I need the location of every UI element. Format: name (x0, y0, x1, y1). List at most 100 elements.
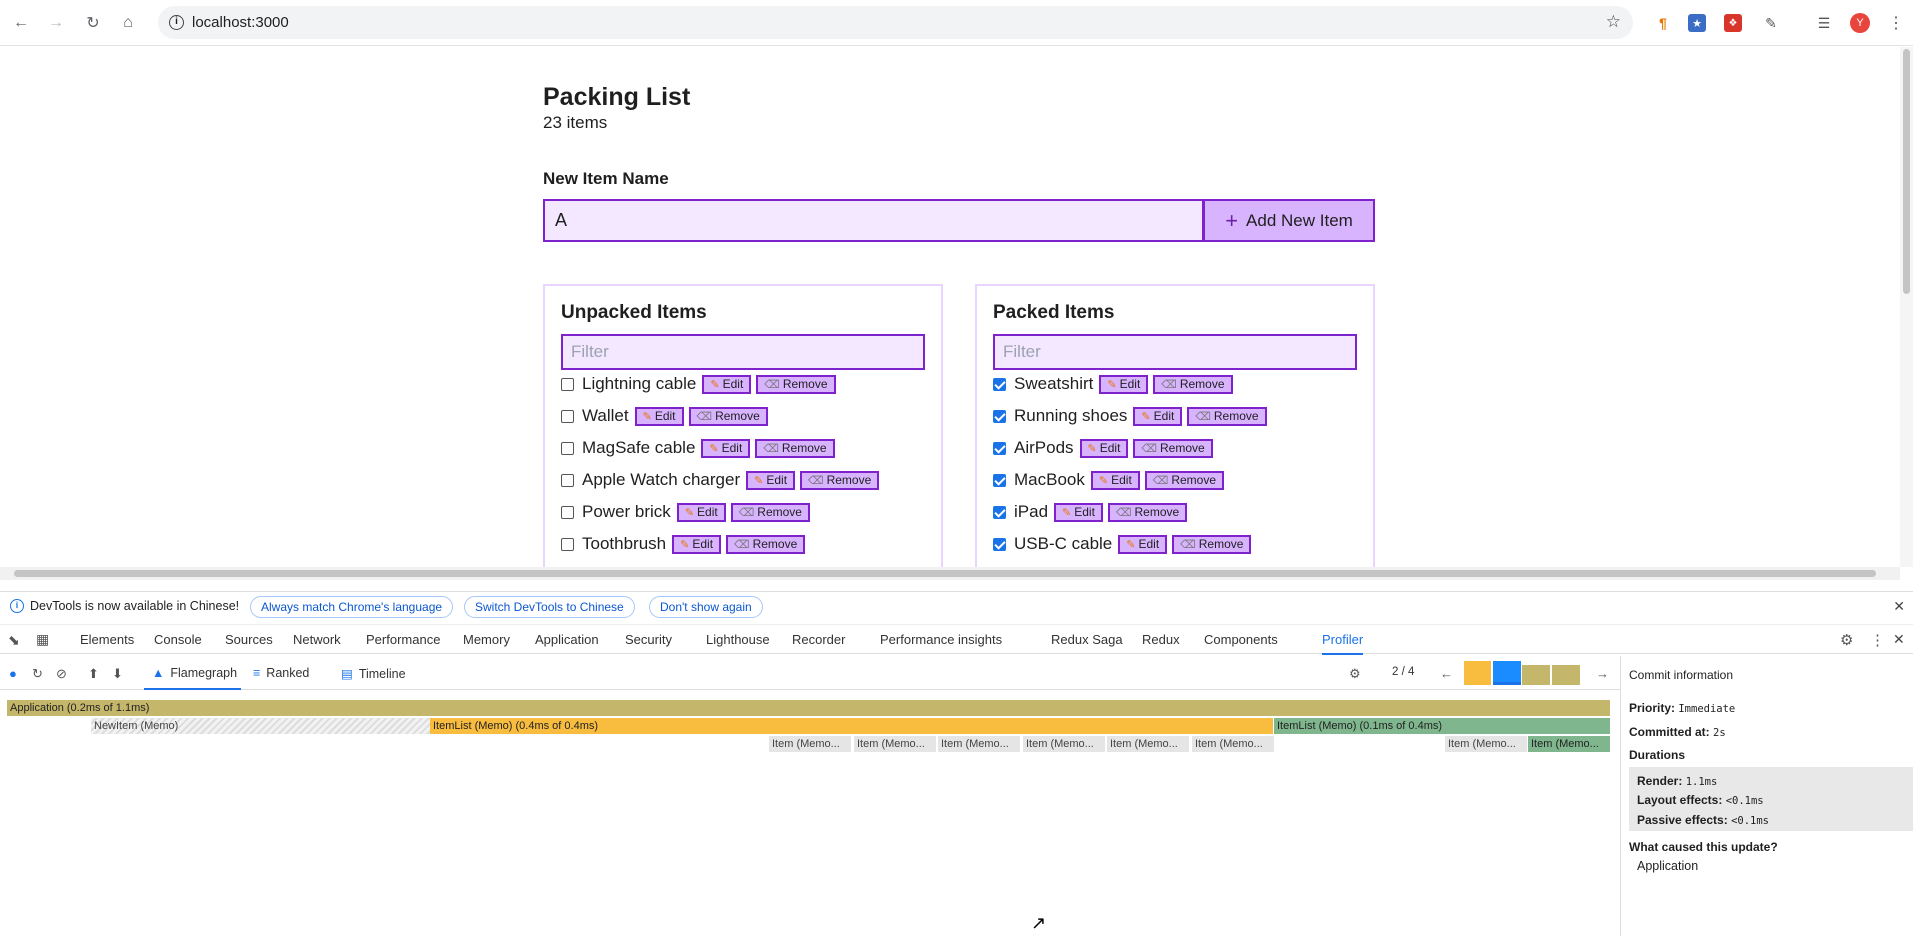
packed-checkbox[interactable] (993, 537, 1006, 551)
edit-button[interactable]: ✎ Edit (1099, 374, 1149, 394)
remove-button[interactable]: ⌫ Remove (800, 470, 880, 490)
tab-network[interactable]: Network (293, 632, 341, 647)
unpacked-checkbox[interactable] (561, 473, 574, 487)
unpacked-checkbox[interactable] (561, 537, 574, 551)
commit-bar-1[interactable] (1464, 661, 1491, 685)
device-toolbar-icon[interactable]: ▦ (36, 631, 49, 648)
edit-button[interactable]: ✎ Edit (702, 374, 752, 394)
more-options-icon[interactable]: ⋮ (1870, 631, 1885, 649)
tab-console[interactable]: Console (154, 632, 202, 647)
next-commit-icon[interactable]: → (1596, 666, 1609, 681)
flame-bar-application[interactable]: Application (0.2ms of 1.1ms) (7, 700, 1611, 716)
commit-bar-4[interactable] (1552, 665, 1580, 685)
tab-components[interactable]: Components (1204, 632, 1278, 647)
commit-bar-3[interactable] (1522, 665, 1550, 685)
tab-performance[interactable]: Performance (366, 632, 440, 647)
site-info-icon[interactable]: i (169, 15, 184, 30)
profiler-settings-icon[interactable]: ⚙ (1349, 666, 1361, 682)
edit-button[interactable]: ✎ Edit (746, 470, 796, 490)
bookmark-star-icon[interactable]: ☆ (1606, 12, 1621, 32)
remove-button[interactable]: ⌫ Remove (688, 406, 768, 426)
record-icon[interactable]: ● (9, 666, 17, 681)
prev-commit-icon[interactable]: ← (1440, 666, 1453, 681)
inspect-element-icon[interactable]: ⬊ (8, 632, 20, 649)
tab-lighthouse[interactable]: Lighthouse (706, 632, 770, 647)
flame-bar-item[interactable]: Item (Memo... (1023, 736, 1106, 752)
flame-bar-newitem[interactable]: NewItem (Memo) (91, 718, 431, 734)
unpacked-filter-input[interactable]: Filter (561, 334, 925, 370)
tab-application[interactable]: Application (535, 632, 599, 647)
remove-button[interactable]: ⌫ Remove (1153, 374, 1233, 394)
forward-icon[interactable]: → (43, 10, 69, 36)
tab-security[interactable]: Security (625, 632, 672, 647)
edit-button[interactable]: ✎ Edit (1090, 470, 1140, 490)
tab-redux[interactable]: Redux (1142, 632, 1180, 647)
remove-button[interactable]: ⌫ Remove (756, 374, 836, 394)
extension-star-icon[interactable]: ★ (1688, 14, 1706, 32)
tab-memory[interactable]: Memory (463, 632, 510, 647)
edit-button[interactable]: ✎ Edit (1133, 406, 1183, 426)
flame-bar-item[interactable]: Item (Memo... (938, 736, 1021, 752)
reload-profile-icon[interactable]: ↻ (32, 666, 43, 682)
remove-button[interactable]: ⌫ Remove (1187, 406, 1267, 426)
new-item-input[interactable]: A (543, 199, 1204, 242)
unpacked-checkbox[interactable] (561, 441, 574, 455)
tab-recorder[interactable]: Recorder (792, 632, 845, 647)
always-match-language-button[interactable]: Always match Chrome's language (250, 596, 454, 618)
extensions-puzzle-icon[interactable]: ✎ (1760, 12, 1782, 34)
close-icon[interactable]: ✕ (1893, 598, 1905, 615)
remove-button[interactable]: ⌫ Remove (726, 534, 806, 554)
packed-checkbox[interactable] (993, 505, 1006, 519)
tab-redux-saga[interactable]: Redux Saga (1051, 632, 1123, 647)
remove-button[interactable]: ⌫ Remove (1144, 470, 1225, 490)
remove-button[interactable]: ⌫ Remove (1107, 502, 1188, 522)
unpacked-checkbox[interactable] (561, 409, 574, 423)
flame-bar-item[interactable]: Item (Memo... (1192, 736, 1275, 752)
menu-kebab-icon[interactable]: ⋮ (1885, 12, 1907, 34)
edit-button[interactable]: ✎ Edit (672, 534, 722, 554)
switch-to-chinese-button[interactable]: Switch DevTools to Chinese (464, 596, 635, 618)
back-icon[interactable]: ← (8, 10, 34, 36)
dont-show-again-button[interactable]: Don't show again (649, 596, 763, 618)
packed-checkbox[interactable] (993, 409, 1006, 423)
edit-button[interactable]: ✎ Edit (701, 438, 751, 458)
edit-button[interactable]: ✎ Edit (1054, 502, 1103, 522)
edit-button[interactable]: ✎ Edit (676, 502, 726, 522)
packed-checkbox[interactable] (993, 377, 1006, 391)
home-icon[interactable]: ⌂ (115, 10, 141, 36)
packed-filter-input[interactable]: Filter (993, 334, 1357, 370)
profile-avatar[interactable]: Y (1850, 13, 1870, 33)
tab-flamegraph[interactable]: ▲ Flamegraph (143, 666, 242, 690)
reload-icon[interactable]: ↻ (80, 10, 106, 36)
remove-button[interactable]: ⌫ Remove (755, 438, 835, 458)
extension-pilcrow-icon[interactable]: ¶ (1652, 12, 1674, 34)
close-devtools-icon[interactable]: ✕ (1893, 631, 1905, 648)
tab-sources[interactable]: Sources (225, 632, 273, 647)
unpacked-checkbox[interactable] (561, 505, 574, 519)
packed-checkbox[interactable] (993, 441, 1006, 455)
remove-button[interactable]: ⌫ Remove (1133, 438, 1213, 458)
tab-profiler[interactable]: Profiler (1322, 632, 1364, 655)
edit-button[interactable]: ✎ Edit (1079, 438, 1129, 458)
address-bar[interactable]: i localhost:3000 ☆ (158, 6, 1633, 39)
download-icon[interactable]: ⬇ (112, 666, 123, 682)
packed-checkbox[interactable] (993, 473, 1006, 487)
commit-bar-2[interactable] (1493, 661, 1521, 685)
tab-performance-insights[interactable]: Performance insights (880, 632, 1002, 647)
clear-icon[interactable]: ⊘ (56, 666, 67, 682)
remove-button[interactable]: ⌫ Remove (730, 502, 810, 522)
edit-button[interactable]: ✎ Edit (634, 406, 684, 426)
flame-bar-item[interactable]: Item (Memo... (1107, 736, 1190, 752)
tab-elements[interactable]: Elements (80, 632, 134, 647)
flame-bar-item[interactable]: Item (Memo... (1445, 736, 1528, 752)
unpacked-checkbox[interactable] (561, 377, 574, 391)
flame-bar-item[interactable]: Item (Memo... (769, 736, 852, 752)
settings-gear-icon[interactable]: ⚙ (1840, 631, 1853, 649)
add-new-item-button[interactable]: + Add New Item (1203, 199, 1375, 242)
flame-bar-itemlist-packed[interactable]: ItemList (Memo) (0.1ms of 0.4ms) (1274, 718, 1611, 734)
flame-bar-item[interactable]: Item (Memo... (1528, 736, 1611, 752)
page-vertical-scrollbar[interactable] (1900, 47, 1913, 567)
remove-button[interactable]: ⌫ Remove (1172, 534, 1252, 554)
flame-bar-itemlist-unpacked[interactable]: ItemList (Memo) (0.4ms of 0.4ms) (430, 718, 1274, 734)
page-horizontal-scrollbar[interactable] (0, 567, 1900, 580)
